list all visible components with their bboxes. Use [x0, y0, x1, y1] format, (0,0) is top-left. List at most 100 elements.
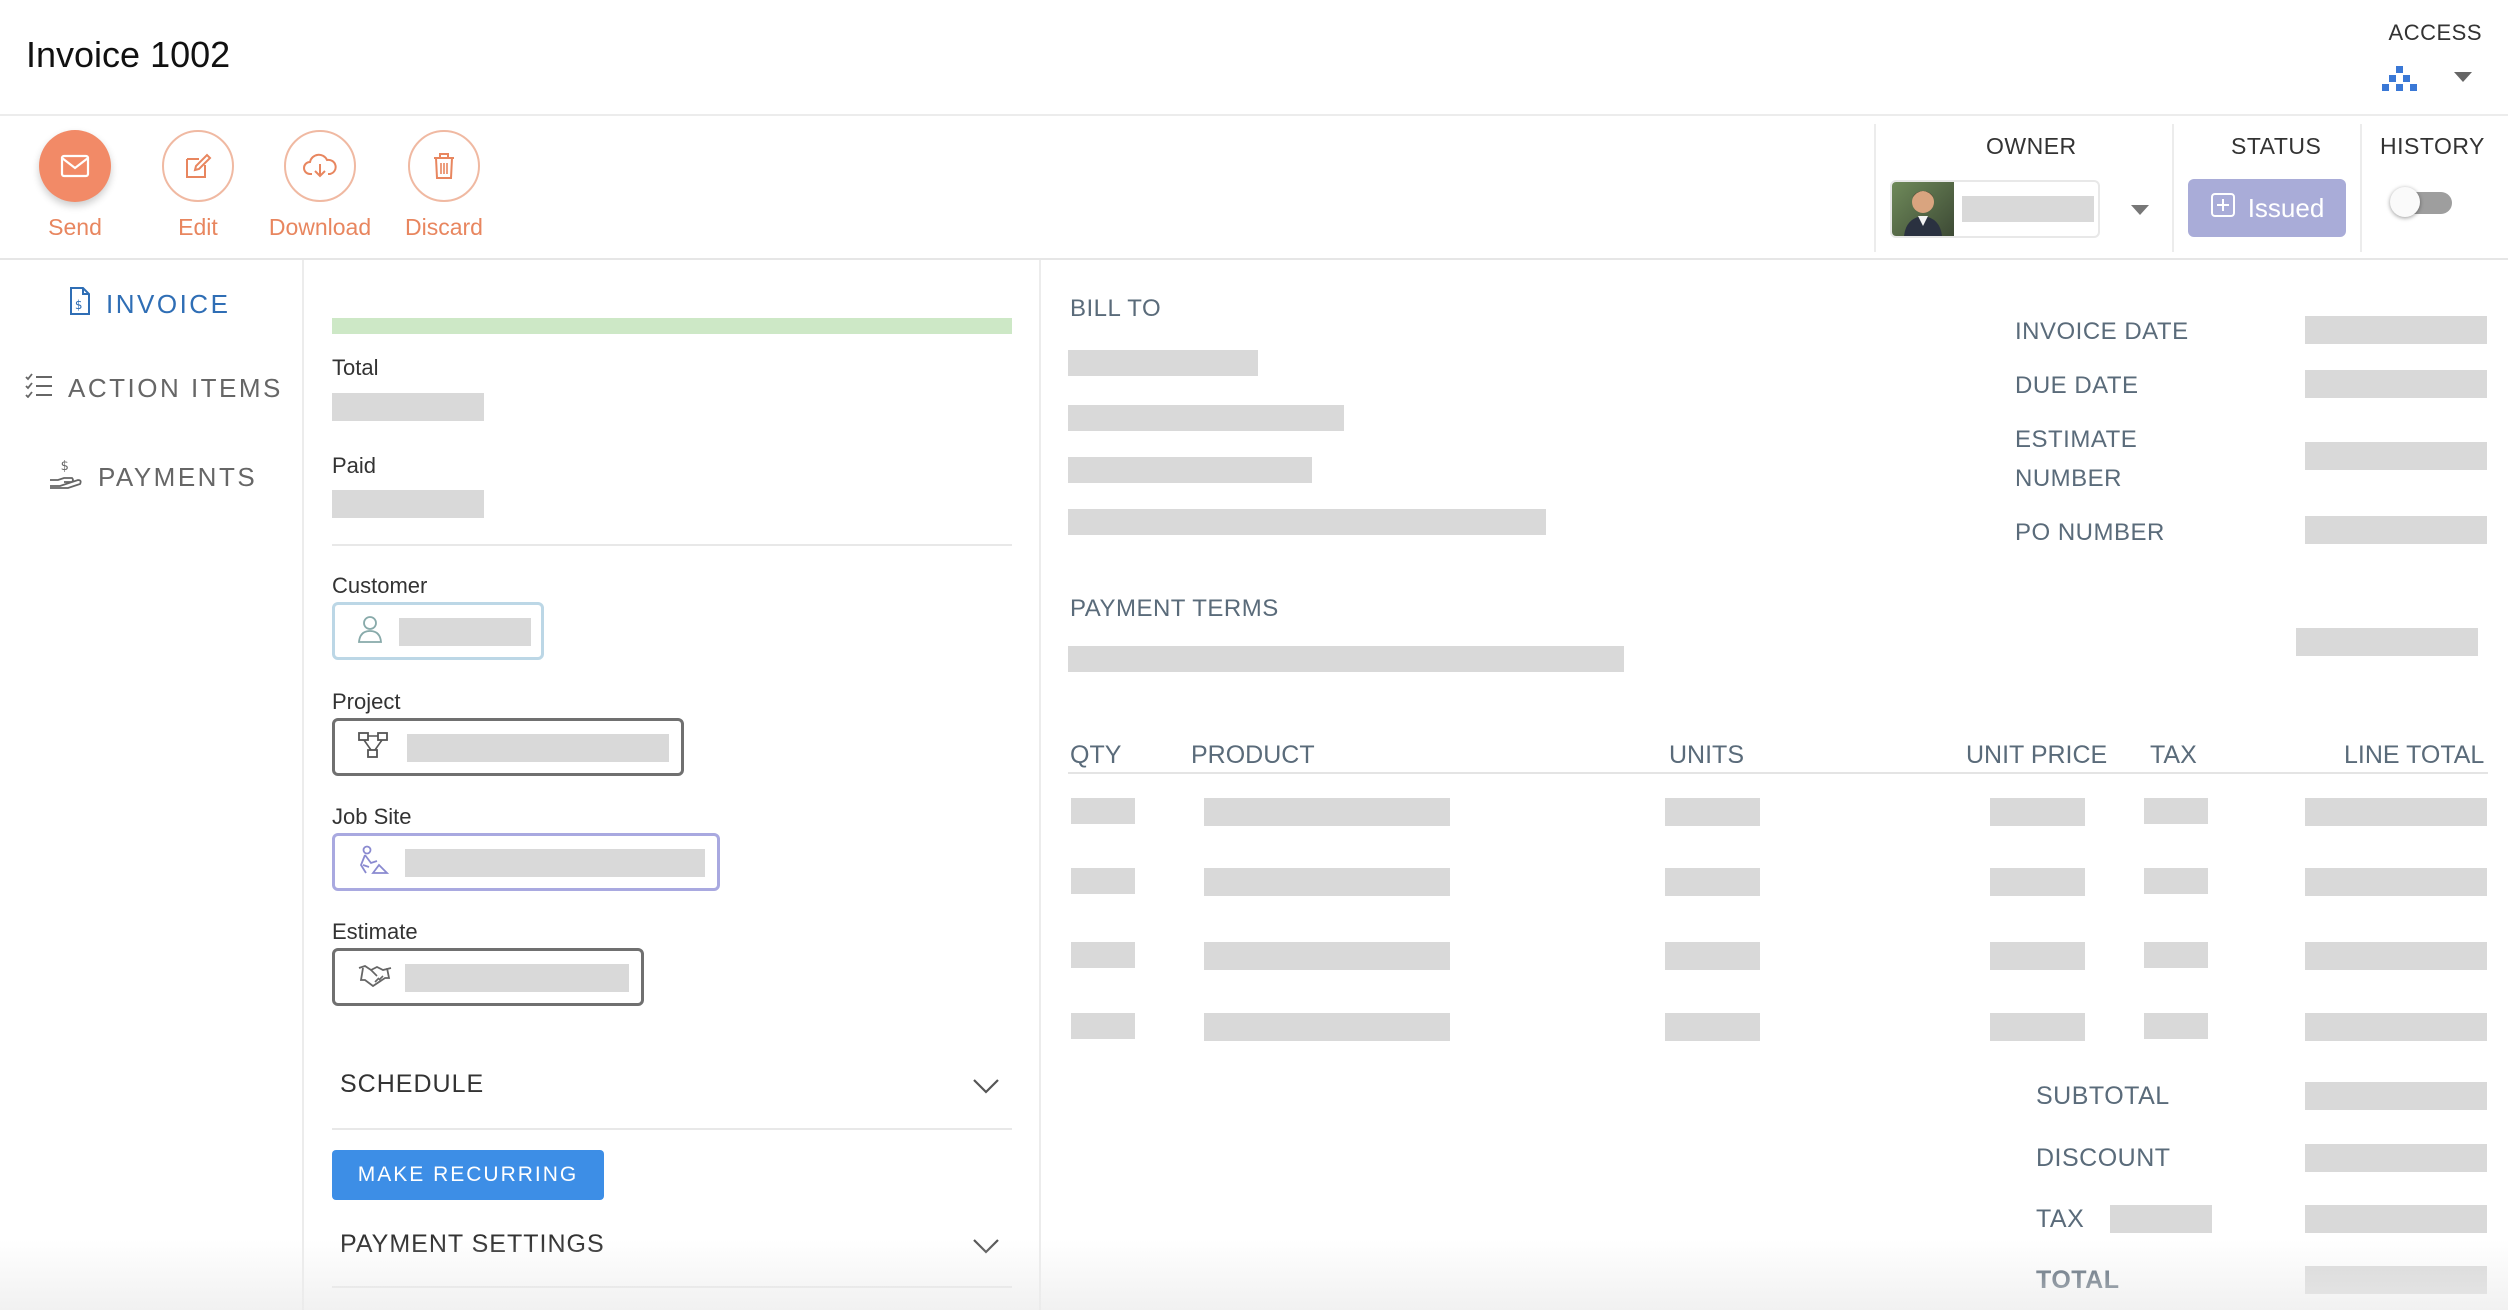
owner-select[interactable] — [1890, 180, 2100, 238]
tax-rate-placeholder — [2110, 1205, 2212, 1233]
subtotal-label: SUBTOTAL — [2036, 1082, 2170, 1110]
toggle-knob — [2390, 187, 2420, 217]
discount-placeholder — [2305, 1144, 2487, 1172]
svg-text:$: $ — [61, 459, 72, 474]
status-label: STATUS — [2231, 133, 2322, 159]
total-value-placeholder — [332, 393, 484, 421]
column-header-unit-price: UNIT PRICE — [1966, 741, 2108, 769]
divider — [2360, 124, 2362, 252]
total-label: TOTAL — [2036, 1266, 2120, 1294]
bill-to-line — [1068, 457, 1312, 483]
project-field[interactable] — [332, 718, 684, 776]
estimate-number-placeholder — [2305, 442, 2487, 470]
schedule-section-title[interactable]: SCHEDULE — [340, 1070, 484, 1099]
subtotal-placeholder — [2305, 1082, 2487, 1110]
project-label: Project — [332, 689, 401, 714]
send-button[interactable]: Send — [15, 130, 135, 241]
estimate-number-label-line2: NUMBER — [2015, 465, 2123, 492]
divider — [332, 1286, 1012, 1288]
payment-terms-value-placeholder — [2296, 628, 2478, 656]
cloud-download-icon — [284, 130, 356, 202]
tax-label: TAX — [2036, 1205, 2085, 1233]
tax-placeholder — [2305, 1205, 2487, 1233]
sidebar-item-invoice[interactable]: $ INVOICE — [68, 286, 230, 323]
estimate-value-placeholder — [405, 964, 629, 992]
estimate-number-label-line1: ESTIMATE — [2015, 426, 2138, 453]
handshake-icon — [357, 962, 393, 993]
column-header-qty: QTY — [1070, 741, 1122, 769]
sidebar-item-label: INVOICE — [106, 289, 231, 319]
job-site-field[interactable] — [332, 833, 720, 891]
payment-terms-placeholder — [1068, 646, 1624, 672]
invoice-date-label: INVOICE DATE — [2015, 318, 2189, 345]
estimate-field[interactable] — [332, 948, 644, 1006]
action-toolbar: Send Edit Download Discard — [0, 116, 2508, 260]
page-title: Invoice 1002 — [26, 34, 231, 75]
table-header-divider — [1068, 772, 2488, 774]
project-value-placeholder — [407, 734, 669, 762]
trash-icon — [408, 130, 480, 202]
total-placeholder — [2305, 1266, 2487, 1294]
job-site-value-placeholder — [405, 849, 705, 877]
total-label: Total — [332, 355, 379, 380]
access-icon[interactable] — [2380, 64, 2420, 94]
download-button[interactable]: Download — [260, 130, 380, 241]
invoice-icon: $ — [68, 286, 92, 323]
divider — [332, 1128, 1012, 1130]
column-header-units: UNITS — [1669, 741, 1744, 769]
status-button[interactable]: Issued — [2188, 179, 2346, 237]
download-label: Download — [268, 214, 372, 240]
payment-progress-bar — [332, 318, 1012, 334]
history-toggle[interactable] — [2390, 187, 2454, 217]
discard-label: Discard — [405, 214, 483, 240]
invoice-date-placeholder — [2305, 316, 2487, 344]
divider — [2172, 124, 2174, 252]
owner-label: OWNER — [1986, 133, 2077, 159]
sidebar-item-action-items[interactable]: ACTION ITEMS — [24, 372, 283, 405]
sidebar-item-payments[interactable]: $ PAYMENTS — [48, 458, 257, 497]
discard-button[interactable]: Discard — [384, 130, 504, 241]
chevron-down-icon[interactable] — [972, 1078, 1000, 1099]
column-header-tax: TAX — [2150, 741, 2197, 769]
divider — [332, 544, 1012, 546]
po-number-label: PO NUMBER — [2015, 519, 2165, 546]
column-header-line-total: LINE TOTAL — [2344, 741, 2485, 769]
payment-terms-label: PAYMENT TERMS — [1070, 595, 1279, 622]
send-label: Send — [48, 214, 102, 240]
paid-value-placeholder — [332, 490, 484, 518]
edit-button[interactable]: Edit — [138, 130, 258, 241]
svg-text:$: $ — [75, 298, 85, 312]
chevron-down-icon[interactable] — [972, 1238, 1000, 1259]
paid-label: Paid — [332, 453, 377, 478]
payments-icon: $ — [48, 458, 84, 497]
plus-square-icon — [2210, 192, 2236, 225]
sidebar-item-label: ACTION ITEMS — [68, 373, 283, 403]
sidebar-divider — [302, 260, 304, 1310]
job-site-label: Job Site — [332, 804, 412, 829]
avatar — [1892, 182, 1954, 236]
column-divider — [1039, 260, 1041, 1310]
owner-dropdown-icon[interactable] — [2130, 203, 2150, 221]
column-header-product: PRODUCT — [1191, 741, 1315, 769]
bill-to-line — [1068, 350, 1258, 376]
due-date-placeholder — [2305, 370, 2487, 398]
bill-to-line — [1068, 509, 1546, 535]
due-date-label: DUE DATE — [2015, 372, 2139, 399]
checklist-icon — [24, 372, 54, 405]
bill-to-line — [1068, 405, 1344, 431]
divider — [1874, 124, 1876, 252]
access-dropdown-icon[interactable] — [2452, 70, 2474, 89]
sidebar-item-label: PAYMENTS — [98, 462, 258, 492]
status-value: Issued — [2247, 192, 2325, 223]
customer-label: Customer — [332, 573, 428, 598]
customer-field[interactable] — [332, 602, 544, 660]
person-icon — [357, 615, 383, 648]
edit-label: Edit — [178, 214, 218, 240]
bill-to-label: BILL TO — [1070, 295, 1162, 322]
customer-value-placeholder — [399, 618, 531, 646]
estimate-label: Estimate — [332, 919, 418, 944]
payment-settings-section-title[interactable]: PAYMENT SETTINGS — [340, 1230, 605, 1259]
construction-worker-icon — [357, 845, 390, 880]
access-label: ACCESS — [2388, 20, 2482, 45]
make-recurring-button[interactable]: MAKE RECURRING — [332, 1150, 604, 1200]
